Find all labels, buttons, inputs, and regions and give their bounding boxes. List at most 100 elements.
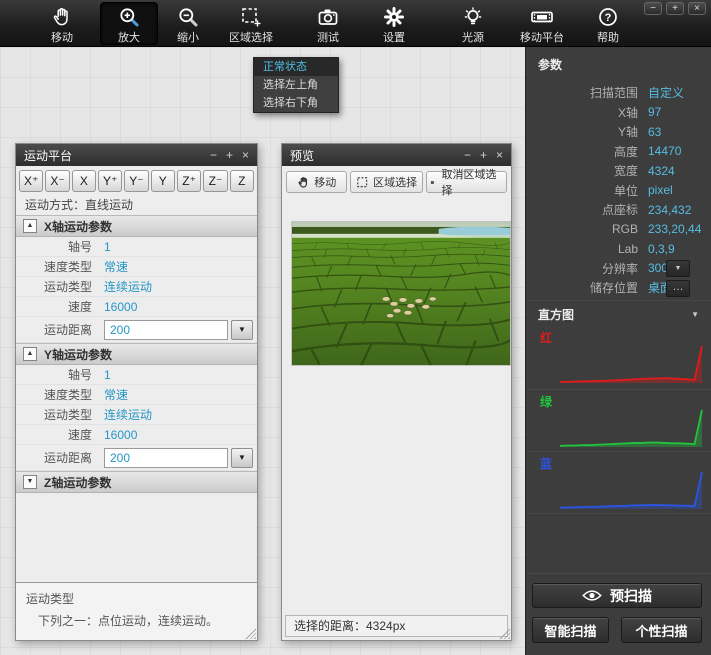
preview-panel-close-button[interactable]: × [496,149,503,161]
jog-y-plus-button[interactable]: Y⁺ [98,170,122,192]
x-axis-value[interactable]: 97 [648,105,661,119]
resolution-label: 分辨率 [526,260,638,277]
help-icon: ? [597,5,619,28]
motion-type-help-box: 运动类型 下列之一：点位运动，连续运动。 [16,582,257,640]
collapse-down-icon[interactable]: ▼ [23,475,37,489]
window-minimize-button[interactable]: − [644,2,662,15]
speed-type-value[interactable]: 常速 [104,386,128,403]
y-axis-number-row: 轴号 1 [16,365,257,385]
histogram-header[interactable]: 直方图 ▼ [526,305,711,325]
y-axis-value[interactable]: 63 [648,125,661,139]
point-coordinate-value[interactable]: 234,432 [648,203,691,217]
jog-z-minus-button[interactable]: Z⁻ [203,170,227,192]
speed-value[interactable]: 16000 [104,300,137,314]
chevron-down-icon[interactable]: ▼ [231,448,253,468]
zoom-out-tool-button[interactable]: 缩小 [162,2,214,45]
preview-cancel-region-button[interactable]: 取消区域选择 [426,171,507,193]
menu-item-select-top-left[interactable]: 选择左上角 [254,76,338,94]
rgb-value[interactable]: 233,20,44 [648,222,701,236]
x-axis-label: X轴 [526,104,638,121]
speed-label: 速度 [16,298,92,315]
collapse-up-icon[interactable]: ▲ [23,347,37,361]
motion-panel-titlebar[interactable]: 运动平台 − + × [16,144,257,166]
move-tool-button[interactable]: 移动 [34,2,90,45]
x-distance-row: 运动距离 200 ▼ [16,317,257,343]
window-maximize-button[interactable]: + [666,2,684,15]
chevron-down-icon[interactable]: ▼ [231,320,253,340]
preview-image[interactable] [291,221,511,366]
preview-panel-titlebar[interactable]: 预览 − + × [282,144,511,166]
motion-type-help-title: 运动类型 [26,590,247,607]
storage-location-browse-button[interactable]: … [666,280,690,297]
help-tool-button[interactable]: ? 帮助 [584,2,632,45]
preview-panel-title: 预览 [290,147,464,164]
y-axis-section-header[interactable]: ▲ Y轴运动参数 [16,343,257,365]
jog-x-minus-button[interactable]: X⁻ [45,170,69,192]
speed-label: 速度 [16,426,92,443]
x-axis-section-header[interactable]: ▲ X轴运动参数 [16,215,257,237]
axis-number-value[interactable]: 1 [104,240,111,254]
motion-panel-maximize-button[interactable]: + [226,149,233,161]
eye-icon [582,589,602,602]
parameters-header: 参数 [526,55,711,75]
motion-type-label: 运动类型 [16,406,92,423]
test-tool-button[interactable]: 测试 [300,2,356,45]
speed-value[interactable]: 16000 [104,428,137,442]
motion-type-value[interactable]: 连续运动 [104,406,152,423]
prescan-button[interactable]: 预扫描 [532,583,702,608]
height-label: 高度 [526,143,638,160]
lab-value[interactable]: 0,3,9 [648,242,675,256]
moving-platform-tool-button[interactable]: 移动平台 [506,2,578,45]
lab-row: Lab 0,3,9 [526,239,711,259]
menu-item-normal-state[interactable]: 正常状态 [254,58,338,76]
region-select-dropdown-menu: 正常状态 选择左上角 选择右下角 [253,57,339,113]
window-close-button[interactable]: × [688,2,706,15]
histogram-title: 直方图 [538,305,574,325]
preview-move-label: 移动 [314,174,336,190]
region-select-tool-button[interactable]: 区域选择 [218,2,284,45]
hand-icon [51,5,73,28]
light-source-tool-label: 光源 [462,29,484,45]
motion-panel-minimize-button[interactable]: − [210,149,217,161]
motion-panel-close-button[interactable]: × [242,149,249,161]
chevron-down-icon[interactable]: ▼ [691,305,699,325]
motion-type-value[interactable]: 连续运动 [104,278,152,295]
point-coordinate-label: 点座标 [526,201,638,218]
preview-region-select-button[interactable]: 区域选择 [350,171,422,193]
zoom-in-icon [118,6,140,28]
scan-range-value[interactable]: 自定义 [648,84,684,101]
jog-x-button[interactable]: X [72,170,96,192]
y-distance-select[interactable]: 200 [104,448,228,468]
z-axis-section-header[interactable]: ▼ Z轴运动参数 [16,471,257,493]
width-value[interactable]: 4324 [648,164,675,178]
jog-y-minus-button[interactable]: Y⁻ [124,170,148,192]
axis-number-value[interactable]: 1 [104,368,111,382]
custom-scan-button[interactable]: 个性扫描 [621,617,702,643]
jog-y-button[interactable]: Y [151,170,175,192]
smart-scan-button[interactable]: 智能扫描 [532,617,609,643]
resolution-dropdown-button[interactable]: ▼ [666,260,690,277]
collapse-up-icon[interactable]: ▲ [23,219,37,233]
jog-x-plus-button[interactable]: X⁺ [19,170,43,192]
height-value[interactable]: 14470 [648,144,681,158]
resize-grip[interactable] [245,628,256,639]
preview-panel-minimize-button[interactable]: − [464,149,471,161]
axis-number-label: 轴号 [16,366,92,383]
preview-panel: 预览 − + × 移动 区域选择 取消区域选择 [281,143,512,641]
preview-move-button[interactable]: 移动 [286,171,347,193]
rgb-label: RGB [526,222,638,236]
zoom-in-tool-button[interactable]: 放大 [100,2,158,45]
menu-item-select-bottom-right[interactable]: 选择右下角 [254,94,338,112]
settings-tool-button[interactable]: 设置 [366,2,422,45]
speed-type-value[interactable]: 常速 [104,258,128,275]
preview-panel-maximize-button[interactable]: + [480,149,487,161]
storage-location-label: 储存位置 [526,279,638,296]
x-distance-select[interactable]: 200 [104,320,228,340]
speed-type-label: 速度类型 [16,258,92,275]
test-tool-label: 测试 [317,29,339,45]
jog-z-plus-button[interactable]: Z⁺ [177,170,201,192]
light-source-tool-button[interactable]: 光源 [442,2,504,45]
jog-z-button[interactable]: Z [230,170,254,192]
unit-value[interactable]: pixel [648,183,673,197]
point-coordinate-row: 点座标 234,432 [526,200,711,220]
